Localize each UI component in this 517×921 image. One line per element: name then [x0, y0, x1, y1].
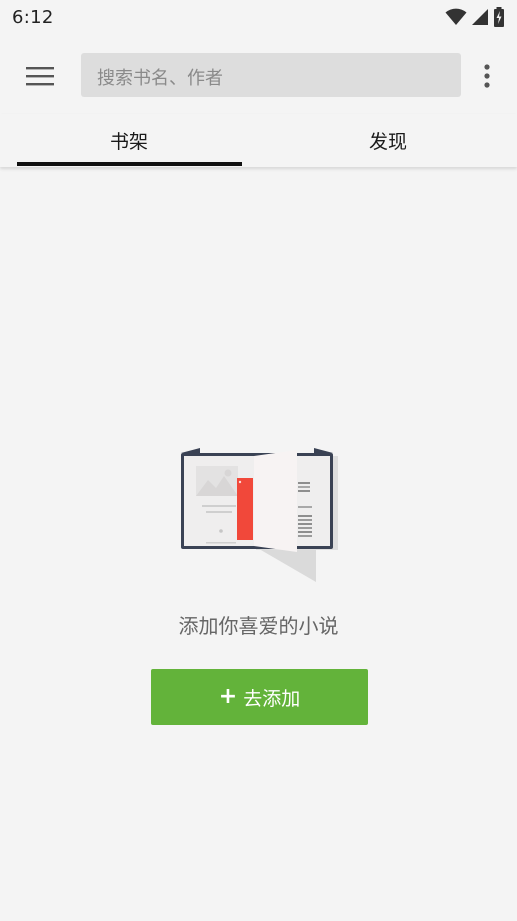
toolbar: 搜索书名、作者 — [0, 36, 517, 114]
search-input[interactable]: 搜索书名、作者 — [81, 53, 461, 97]
battery-charging-icon — [494, 7, 504, 27]
tab-indicator — [17, 162, 242, 166]
status-icons — [445, 6, 505, 28]
open-book-icon — [181, 448, 338, 582]
tab-bar: 书架 发现 — [0, 114, 517, 167]
tab-bookshelf[interactable]: 书架 — [0, 114, 258, 167]
status-bar: 6:12 — [0, 0, 517, 36]
signal-icon — [472, 9, 488, 25]
empty-state-message: 添加你喜爱的小说 — [178, 614, 339, 638]
more-options-button[interactable] — [470, 56, 504, 96]
hamburger-menu-icon — [26, 67, 54, 86]
tab-discover[interactable]: 发现 — [259, 114, 517, 167]
status-time: 6:12 — [12, 7, 54, 28]
menu-button[interactable] — [20, 56, 60, 96]
go-add-button[interactable]: + 去添加 — [151, 669, 368, 725]
plus-icon: + — [218, 684, 238, 709]
go-add-button-label: 去添加 — [243, 687, 301, 710]
wifi-icon — [445, 8, 467, 25]
more-vertical-icon — [484, 64, 490, 88]
search-placeholder: 搜索书名、作者 — [97, 68, 223, 89]
